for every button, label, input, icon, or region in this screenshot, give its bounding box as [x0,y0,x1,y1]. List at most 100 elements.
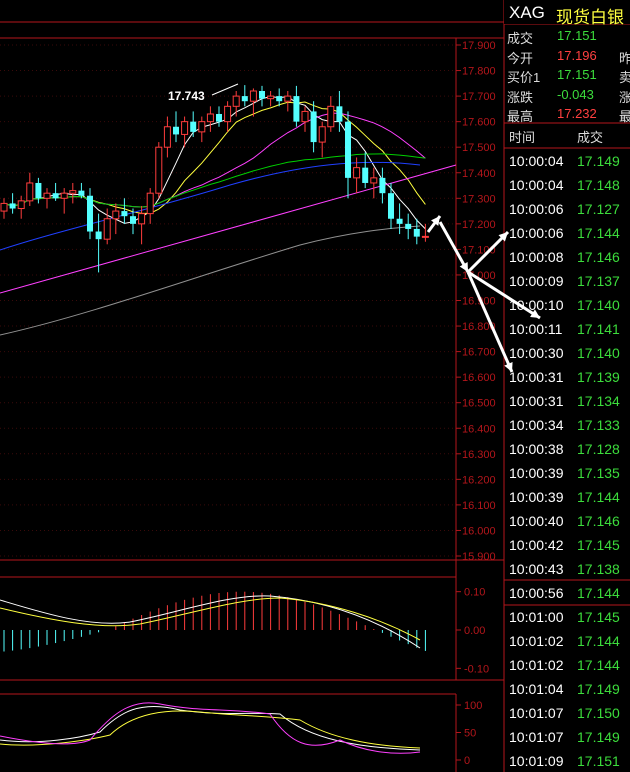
tick-row[interactable]: 10:01:02 17.144 [504,653,630,677]
tick-row[interactable]: 10:01:09 17.151 [504,749,630,772]
tick-table-header: 时间 成交 [504,124,630,148]
price-tick-label: 16.300 [462,449,496,461]
tick-row[interactable]: 10:01:07 17.149 [504,725,630,749]
tick-row[interactable]: 10:00:31 17.134 [504,389,630,413]
tick-row[interactable]: 10:00:30 17.140 [504,341,630,365]
tick-price: 17.148 [577,177,620,193]
tick-row[interactable]: 10:00:40 17.146 [504,509,630,533]
tick-price: 17.127 [577,201,620,217]
chart-background [0,0,504,772]
tick-price: 17.151 [577,753,620,769]
tick-row[interactable]: 10:00:04 17.148 [504,173,630,197]
candle-body-down [78,190,85,196]
tick-time: 10:00:39 [509,489,564,505]
tick-row[interactable]: 10:01:02 17.144 [504,629,630,653]
tick-row[interactable]: 10:00:39 17.144 [504,485,630,509]
price-tick-label: 16.700 [462,347,496,359]
quote-row: 买价1 17.151 卖 [504,64,630,85]
tick-row[interactable]: 10:00:11 17.141 [504,317,630,341]
tick-row[interactable]: 10:00:42 17.145 [504,533,630,557]
tick-price: 17.140 [577,297,620,313]
candle-body-up [138,213,146,225]
macd-tick-label: 0.10 [464,587,485,599]
tick-row[interactable]: 10:00:06 17.144 [504,221,630,245]
price-tick-label: 15.900 [462,551,496,563]
tick-row[interactable]: 10:00:43 17.138 [504,557,630,581]
tick-row[interactable]: 10:01:07 17.150 [504,701,630,725]
candle-body-up [60,192,68,199]
candle-body-down [345,121,351,178]
candle-body-up [26,182,34,202]
macd-tick-label: -0.10 [464,663,489,675]
candle-body-up [224,105,232,123]
price-tick-label: 16.100 [462,500,496,512]
tick-time: 10:01:00 [509,609,564,625]
tick-time: 10:01:04 [509,681,564,697]
tick-time: 10:00:04 [509,153,564,169]
tick-row[interactable]: 10:00:38 17.128 [504,437,630,461]
candle-body-up [0,202,8,212]
tick-row[interactable]: 10:00:39 17.135 [504,461,630,485]
kdj-tick-label: 0 [464,755,470,767]
tick-time: 10:01:07 [509,705,564,721]
tick-row[interactable]: 10:00:31 17.139 [504,365,630,389]
tick-price: 17.149 [577,729,620,745]
candle-body-up [17,200,25,210]
tick-price: 17.149 [577,153,620,169]
tick-time: 10:00:31 [509,393,564,409]
quote-value: -0.043 [557,86,594,102]
candle-body-down [130,216,136,224]
tick-row[interactable]: 10:00:09 17.137 [504,269,630,293]
tick-price-header: 成交 [577,130,604,145]
candle-body-up [284,95,292,102]
tick-price: 17.149 [577,681,620,697]
tick-time: 10:00:34 [509,417,564,433]
candle-body-down [241,96,248,102]
quote-header: XAG 现货白银 [504,0,630,27]
tick-row[interactable]: 10:00:04 17.149 [504,149,630,173]
candle-body-down [173,126,179,135]
quote-row: 成交 17.151 [504,25,630,46]
price-axis: 17.900 17.800 17.700 17.600 17.500 17.400 17.3… [456,40,496,563]
candle-body-down [413,228,420,237]
tick-price: 17.128 [577,441,620,457]
tick-row[interactable]: 10:00:10 17.140 [504,293,630,317]
tick-price: 17.135 [577,465,620,481]
tick-price: 17.140 [577,345,620,361]
kdj-tick-label: 100 [464,700,482,712]
candle-body-down [52,193,59,199]
candle-body-up [43,192,51,199]
tick-row[interactable]: 10:01:00 17.145 [504,605,630,629]
quote-value: 17.196 [557,47,597,63]
tick-row[interactable]: 10:01:04 17.149 [504,677,630,701]
candle-body-up [198,121,206,133]
candle-body-down [336,106,343,122]
tick-price: 17.134 [577,393,620,409]
tick-time: 10:01:02 [509,657,564,673]
tick-time: 10:00:10 [509,297,564,313]
candle-body-down [121,211,128,217]
tick-row[interactable]: 10:00:56 17.144 [504,581,630,605]
tick-time: 10:00:42 [509,537,564,553]
candle-body-up [301,110,309,123]
candle-body-up [370,177,378,184]
tick-row[interactable]: 10:00:06 17.127 [504,197,630,221]
tick-row[interactable]: 10:00:34 17.133 [504,413,630,437]
quote-label-secondary: 最 [619,109,630,124]
tick-time: 10:00:56 [509,585,564,601]
quote-value: 17.151 [557,67,597,82]
tick-price: 17.144 [577,489,620,505]
candle-body-up [103,218,111,240]
candle-body-down [35,182,42,199]
price-tick-label: 17.400 [462,168,496,180]
tick-row[interactable]: 10:00:08 17.146 [504,245,630,269]
candle-body-up [327,105,335,128]
candle-body-up [163,126,171,148]
candle-body-down [190,121,197,132]
price-tick-label: 17.700 [462,91,496,103]
macd-tick-label: 0.00 [464,625,485,637]
quote-row: 涨跌 -0.043 涨 [504,84,630,105]
tick-time: 10:00:09 [509,273,564,289]
quote-value: 17.232 [557,106,597,121]
quote-row: 今开 17.196 昨 [504,45,630,66]
